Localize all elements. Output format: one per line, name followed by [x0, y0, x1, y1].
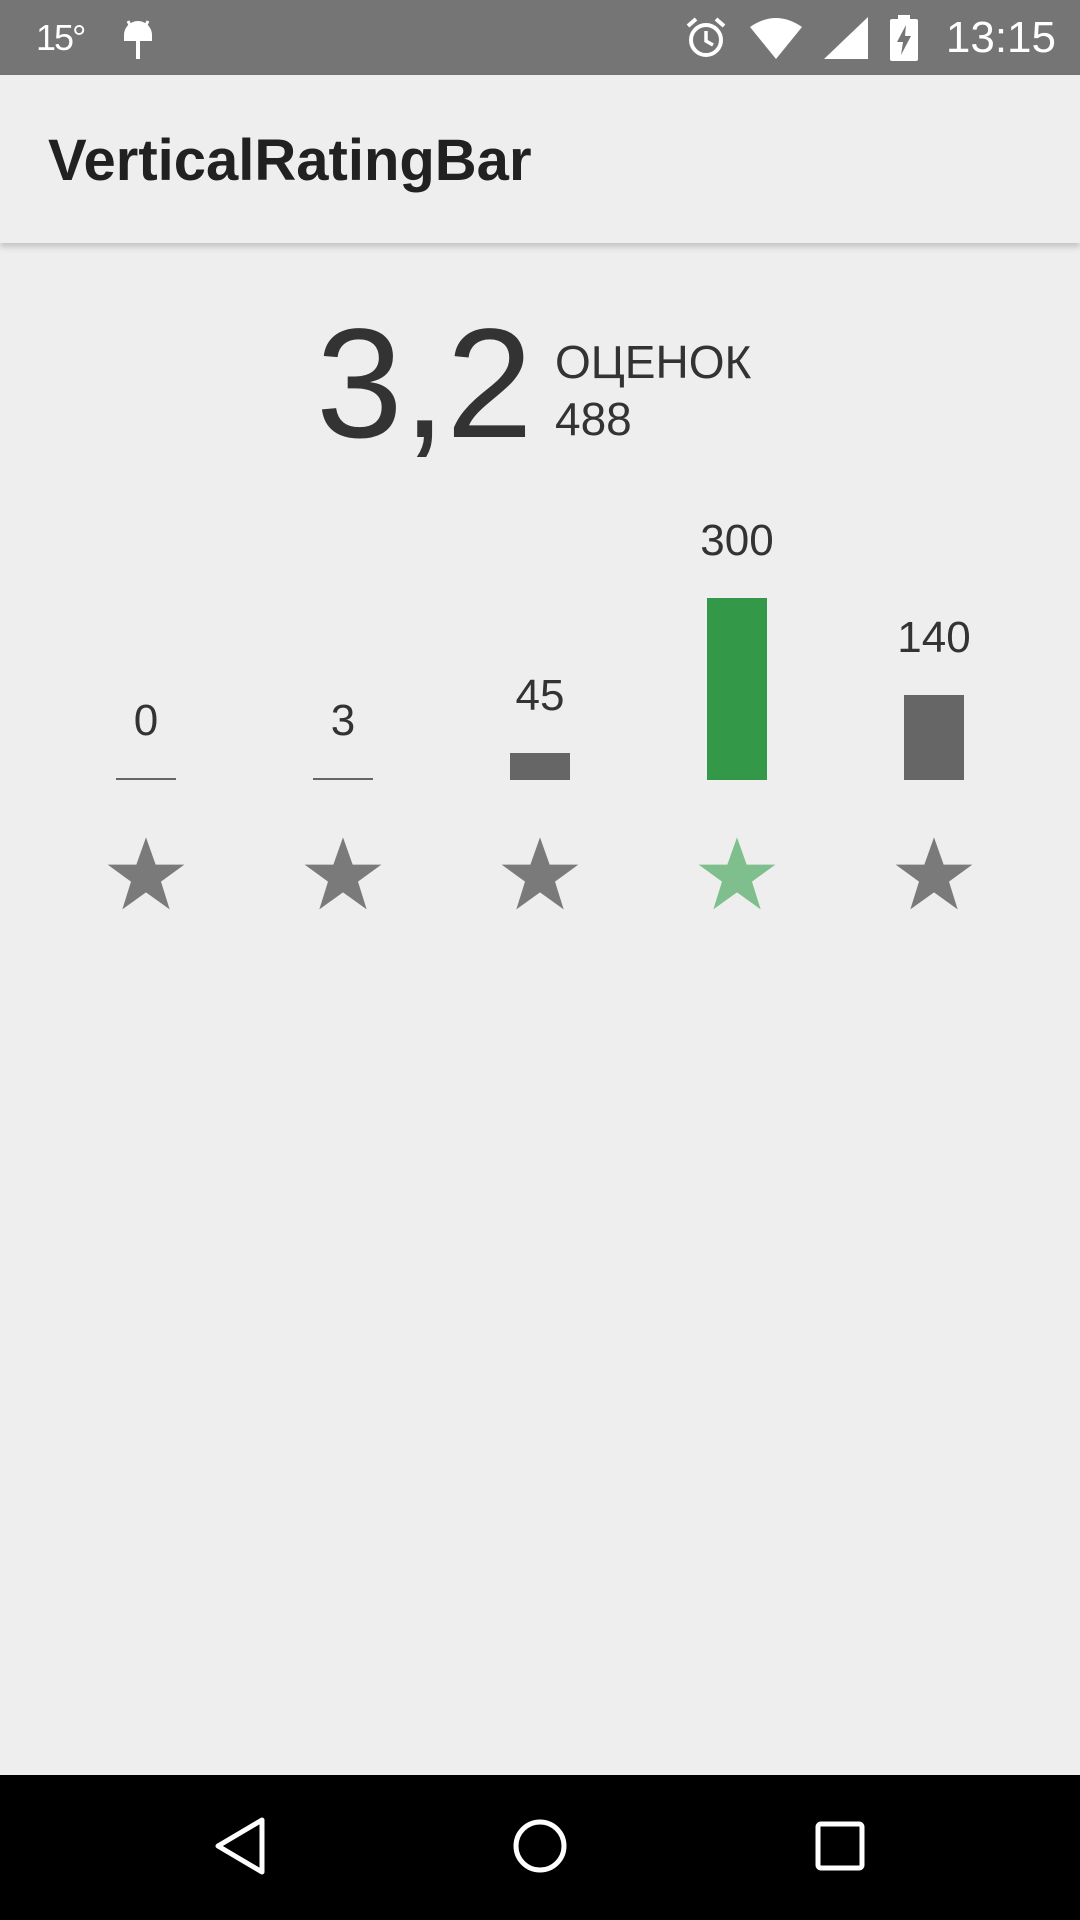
bar-value-label: 140	[897, 613, 971, 662]
rating-distribution-chart: 0 3 45 300 140	[0, 500, 1080, 920]
bar	[313, 778, 373, 780]
bar-value-label: 45	[515, 671, 565, 720]
bar	[510, 753, 570, 780]
recents-button[interactable]	[740, 1775, 940, 1920]
back-icon	[212, 1816, 268, 1880]
navigation-bar	[0, 1775, 1080, 1920]
battery-charging-icon	[889, 14, 918, 61]
temperature-text: 15°	[36, 16, 86, 58]
star-icon[interactable]	[500, 834, 580, 914]
rating-column: 140	[874, 500, 994, 920]
star-icon[interactable]	[106, 834, 186, 914]
ratings-count-label: ОЦЕНОК	[555, 336, 752, 388]
star-icon[interactable]	[303, 834, 383, 914]
bar	[707, 598, 767, 780]
android-icon	[120, 15, 156, 61]
rating-column: 3	[283, 500, 403, 920]
ratings-count-value: 488	[555, 393, 632, 445]
rating-column: 0	[86, 500, 206, 920]
bar-value-label: 3	[330, 696, 356, 745]
alarm-icon	[684, 16, 728, 60]
bar-value-label: 300	[700, 516, 774, 565]
rating-column: 45	[480, 500, 600, 920]
signal-icon	[823, 16, 868, 59]
star-icon[interactable]	[697, 834, 777, 914]
bar	[116, 778, 176, 780]
home-button[interactable]	[440, 1775, 640, 1920]
status-bar: 15° 13:15	[0, 0, 1080, 75]
app-bar: VerticalRatingBar	[0, 75, 1080, 243]
back-button[interactable]	[140, 1775, 340, 1920]
app-title: VerticalRatingBar	[48, 128, 532, 193]
star-icon[interactable]	[894, 834, 974, 914]
home-icon	[512, 1818, 568, 1878]
recents-icon	[815, 1821, 865, 1875]
rating-summary: 3,2 ОЦЕНОК 488	[0, 300, 1080, 480]
bar	[904, 695, 964, 780]
clock-text: 13:15	[945, 12, 1056, 62]
bar-value-label: 0	[133, 696, 159, 745]
rating-column: 300	[677, 500, 797, 920]
average-rating: 3,2	[316, 297, 533, 471]
wifi-icon	[749, 17, 802, 59]
